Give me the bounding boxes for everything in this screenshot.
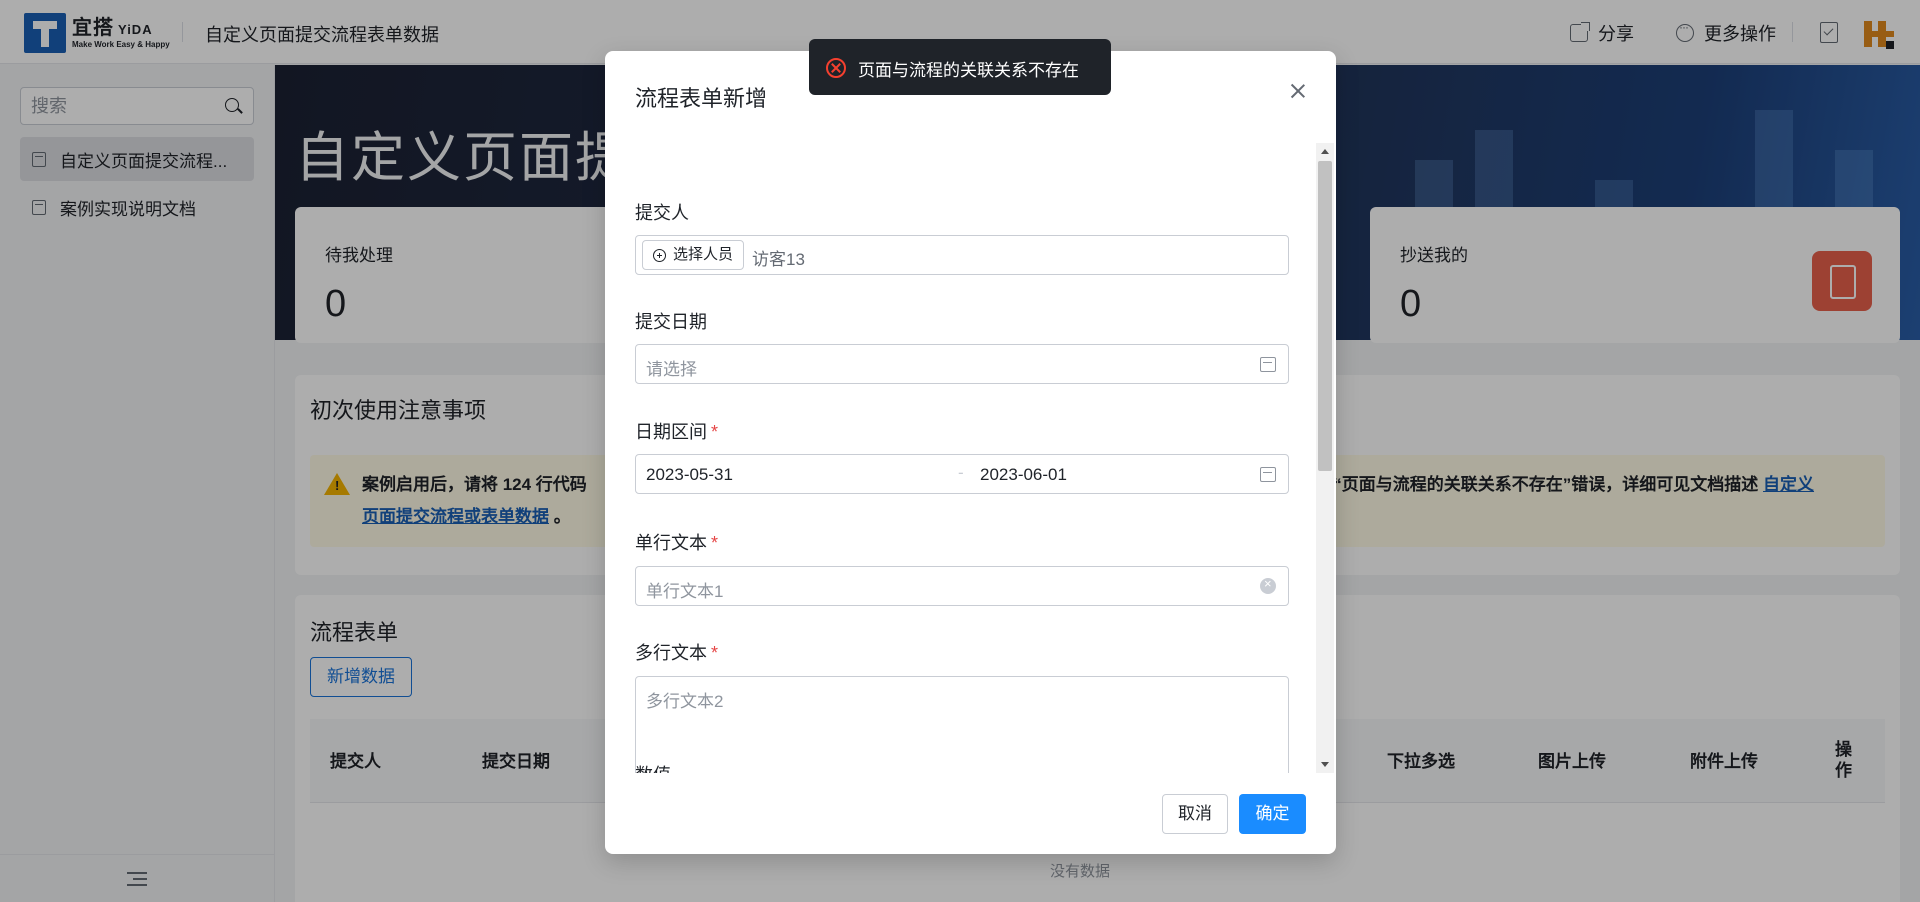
scroll-thumb[interactable] — [1318, 161, 1332, 471]
submit-date-picker[interactable]: 请选择 — [635, 344, 1289, 384]
number-label: 数值 — [635, 761, 671, 773]
required-mark: * — [711, 533, 719, 553]
form-dialog: 流程表单新增 提交人 选择人员 访客13 提交日期 请选择 日期区间 * 2023… — [605, 51, 1336, 854]
scroll-up-icon[interactable] — [1321, 149, 1329, 154]
submitter-field: 选择人员 访客13 — [635, 235, 1289, 275]
single-text-label: 单行文本 * — [635, 533, 719, 553]
single-text-value: 单行文本1 — [646, 582, 724, 601]
confirm-button[interactable]: 确定 — [1239, 794, 1306, 834]
multi-text-placeholder: 多行文本2 — [646, 692, 724, 711]
select-person-button[interactable]: 选择人员 — [642, 240, 745, 270]
error-toast: 页面与流程的关联关系不存在 — [809, 39, 1111, 95]
submit-date-label: 提交日期 — [635, 312, 707, 332]
multi-text-label: 多行文本 * — [635, 643, 719, 663]
scroll-down-icon[interactable] — [1321, 762, 1329, 767]
add-circle-icon — [653, 249, 666, 262]
error-icon — [826, 58, 846, 78]
date-range-end[interactable]: 2023-06-01 — [980, 465, 1067, 485]
date-placeholder: 请选择 — [646, 360, 697, 379]
date-range-start[interactable]: 2023-05-31 — [646, 465, 733, 485]
dialog-body: 提交人 选择人员 访客13 提交日期 请选择 日期区间 * 2023-05-31 … — [605, 143, 1336, 773]
single-text-input[interactable]: 单行文本1 — [635, 566, 1289, 606]
toast-message: 页面与流程的关联关系不存在 — [858, 61, 1079, 80]
required-mark: * — [711, 643, 719, 663]
submitter-value: 访客13 — [752, 250, 805, 269]
date-range-picker[interactable]: 2023-05-31 - 2023-06-01 — [635, 454, 1289, 494]
calendar-icon[interactable] — [1260, 467, 1276, 482]
date-range-separator: - — [958, 463, 964, 482]
date-range-label: 日期区间 * — [635, 422, 719, 442]
clear-icon[interactable] — [1260, 576, 1276, 594]
calendar-icon[interactable] — [1260, 357, 1276, 372]
multi-text-textarea[interactable]: 多行文本2 — [635, 676, 1289, 773]
dialog-title: 流程表单新增 — [635, 86, 768, 111]
close-icon[interactable] — [1290, 83, 1306, 99]
required-mark: * — [711, 422, 719, 442]
dialog-scrollbar[interactable] — [1316, 143, 1334, 773]
cancel-button[interactable]: 取消 — [1162, 794, 1228, 834]
submitter-label: 提交人 — [635, 203, 689, 223]
